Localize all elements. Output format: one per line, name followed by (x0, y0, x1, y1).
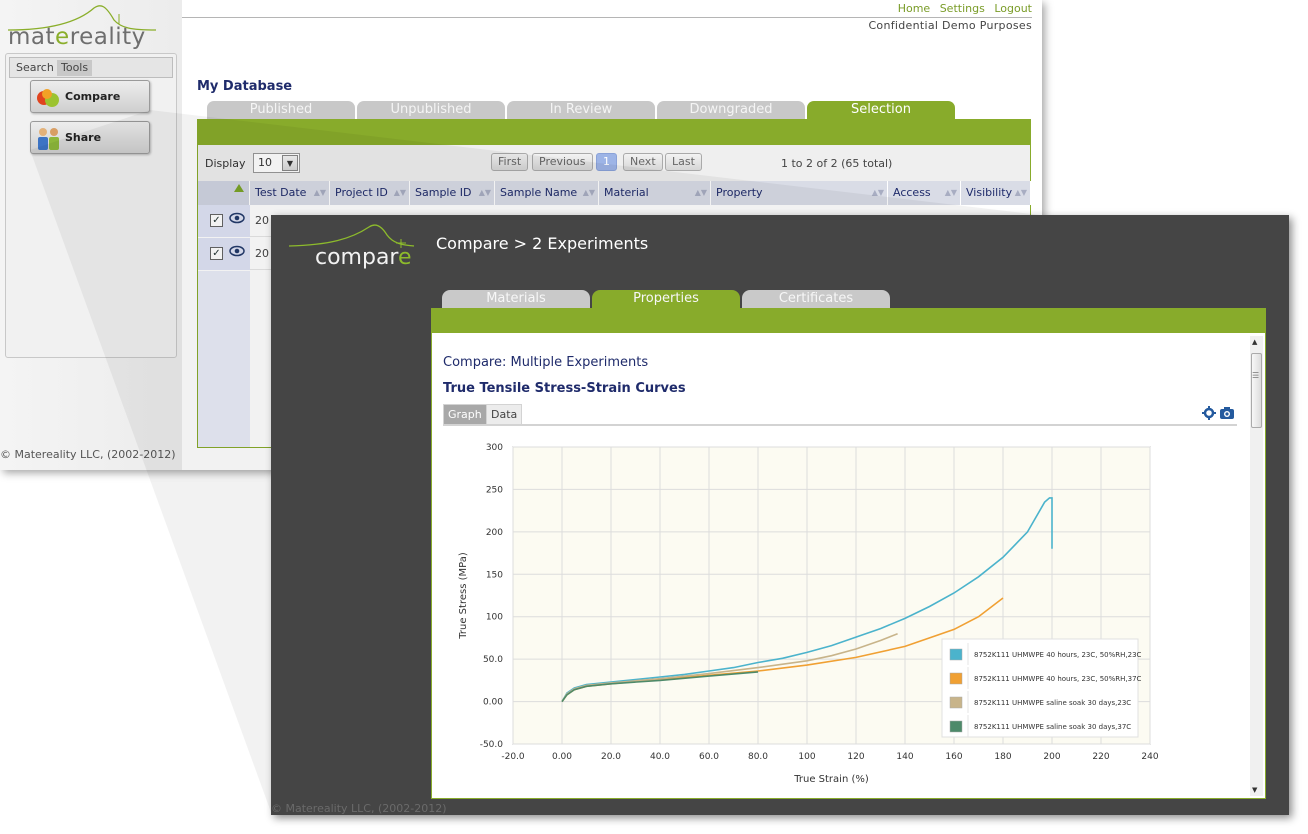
y-tick-label: -50.0 (480, 740, 504, 750)
x-axis-label: True Strain (%) (793, 774, 869, 785)
properties-panel: ▲ ☰ ▼ Compare: Multiple Experiments True… (431, 333, 1266, 799)
stress-strain-chart: -20.0 0.00 20.0 40.0 60.0 80.0 100 120 140 160 180… (458, 443, 1159, 785)
tab-properties[interactable]: Properties (592, 290, 740, 309)
legend-label: 8752K111 UHMWPE 40 hours, 23C, 50%RH,23C (974, 651, 1142, 659)
x-tick-label: 220 (1092, 752, 1109, 762)
legend-swatch (949, 672, 963, 685)
legend-label: 8752K111 UHMWPE saline soak 30 days,23C (974, 699, 1131, 707)
y-tick-label: 100 (486, 613, 503, 623)
legend-swatch (949, 648, 963, 661)
compare-window: compare Compare > 2 Experiments Material… (271, 215, 1289, 815)
tab-graph[interactable]: Graph (443, 404, 487, 424)
scroll-down-icon[interactable]: ▼ (1252, 786, 1257, 794)
legend-label: 8752K111 UHMWPE saline soak 30 days,37C (974, 723, 1131, 731)
compare-heading: Compare > 2 Experiments (436, 234, 649, 253)
scroll-thumb[interactable] (1251, 353, 1262, 428)
y-tick-label: 200 (486, 528, 503, 538)
grip-icon: ☰ (1252, 371, 1260, 380)
legend-swatch (949, 720, 963, 733)
x-tick-label: 160 (945, 752, 962, 762)
x-tick-label: 240 (1141, 752, 1158, 762)
tab-materials[interactable]: Materials (442, 290, 590, 309)
y-tick-label: 300 (486, 443, 503, 453)
chart-heading: True Tensile Stress-Strain Curves (443, 381, 686, 396)
compare-subtitle: Compare: Multiple Experiments (443, 355, 649, 370)
y-axis-label: True Stress (MPa) (458, 552, 469, 640)
x-tick-label: 0.00 (552, 752, 572, 762)
x-tick-label: 140 (896, 752, 913, 762)
x-tick-label: 60.0 (699, 752, 719, 762)
y-tick-label: 150 (486, 570, 503, 580)
y-tick-label: 50.0 (483, 655, 503, 665)
x-tick-label: 100 (798, 752, 815, 762)
scroll-up-icon[interactable]: ▲ (1252, 338, 1257, 346)
tab-certificates[interactable]: Certificates (742, 290, 890, 309)
x-tick-label: 120 (847, 752, 864, 762)
tab-data[interactable]: Data (486, 404, 523, 424)
x-tick-label: 180 (994, 752, 1011, 762)
legend-swatch (949, 696, 963, 709)
front-footer: © Matereality LLC, (2002-2012) (271, 802, 447, 815)
compare-logo: compare (288, 221, 419, 271)
legend-label: 8752K111 UHMWPE 40 hours, 23C, 50%RH,37C (974, 675, 1142, 683)
chart-toolbar (1201, 406, 1236, 423)
x-tick-label: 200 (1043, 752, 1060, 762)
y-tick-label: 250 (486, 485, 503, 495)
x-tick-label: -20.0 (501, 752, 525, 762)
view-tabs: Graph Data (443, 404, 1237, 426)
gear-icon[interactable] (1201, 406, 1216, 420)
x-tick-label: 80.0 (748, 752, 768, 762)
camera-icon[interactable] (1219, 406, 1235, 420)
tab-bar (431, 308, 1266, 333)
x-tick-label: 20.0 (601, 752, 621, 762)
vertical-scrollbar[interactable]: ▲ ☰ ▼ (1250, 336, 1263, 796)
y-tick-label: 0.00 (483, 698, 503, 708)
x-tick-label: 40.0 (650, 752, 670, 762)
